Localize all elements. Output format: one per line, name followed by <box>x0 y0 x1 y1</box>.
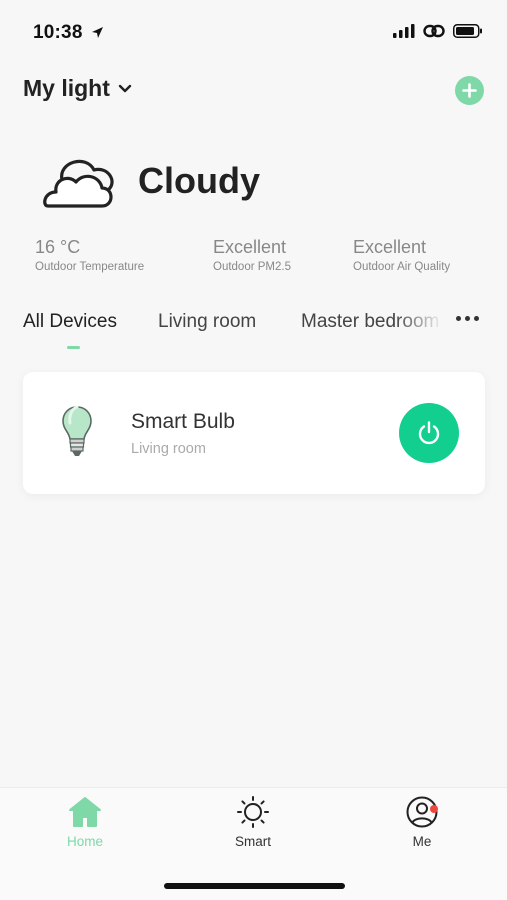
chevron-down-icon <box>118 84 132 92</box>
nav-me-label: Me <box>412 834 432 849</box>
metric-value: Excellent <box>353 237 427 257</box>
room-tabs: All Devices Living room Master bedroom <box>23 311 453 351</box>
device-name: Smart Bulb <box>131 410 235 433</box>
tab-master-bedroom[interactable]: Master bedroom <box>301 311 439 333</box>
outdoor-temperature: 16 °C Outdoor Temperature <box>35 237 144 273</box>
nav-home-label: Home <box>66 834 103 849</box>
metric-label: Outdoor Air Quality <box>353 261 451 273</box>
active-tab-indicator <box>67 346 80 349</box>
outdoor-air-quality: Excellent Outdoor Air Quality <box>353 237 450 273</box>
weather-condition: Cloudy <box>138 160 260 201</box>
add-device-button[interactable] <box>455 76 484 105</box>
tab-all-devices[interactable]: All Devices <box>23 311 117 333</box>
home-title: My light <box>23 75 110 101</box>
nav-me[interactable]: Me <box>372 796 472 849</box>
device-room: Living room <box>131 441 206 457</box>
nav-smart[interactable]: Smart <box>203 796 303 849</box>
battery-icon <box>453 24 482 38</box>
nav-smart-label: Smart <box>234 834 271 849</box>
home-indicator <box>164 883 345 889</box>
status-time-wrap: 10:38 <box>33 22 104 44</box>
home-icon <box>69 797 101 827</box>
home-selector[interactable]: My light <box>23 75 132 102</box>
power-toggle-button[interactable] <box>399 403 459 463</box>
status-icons <box>393 24 483 38</box>
status-bar: 10:38 <box>0 0 507 66</box>
metric-label: Outdoor PM2.5 <box>213 261 291 273</box>
location-arrow-icon <box>92 27 104 38</box>
plus-icon <box>462 83 477 98</box>
link-icon <box>423 24 445 38</box>
metric-value: Excellent <box>213 237 287 257</box>
more-options-button[interactable] <box>456 316 479 321</box>
metric-label: Outdoor Temperature <box>35 261 145 273</box>
more-dot <box>474 316 479 321</box>
device-card[interactable]: Smart Bulb Living room <box>23 372 485 494</box>
cloudy-weather-icon <box>43 159 114 208</box>
nav-home[interactable]: Home <box>35 796 135 849</box>
signal-icon <box>393 24 415 38</box>
tab-living-room[interactable]: Living room <box>158 311 256 333</box>
power-icon <box>418 421 440 445</box>
more-dot <box>456 316 461 321</box>
notification-dot <box>430 805 438 813</box>
more-dot <box>465 316 470 321</box>
outdoor-pm25: Excellent Outdoor PM2.5 <box>213 237 291 273</box>
metric-value: 16 °C <box>35 237 81 257</box>
sun-icon <box>237 796 269 828</box>
status-time: 10:38 <box>33 22 83 43</box>
light-bulb-icon <box>62 405 92 456</box>
